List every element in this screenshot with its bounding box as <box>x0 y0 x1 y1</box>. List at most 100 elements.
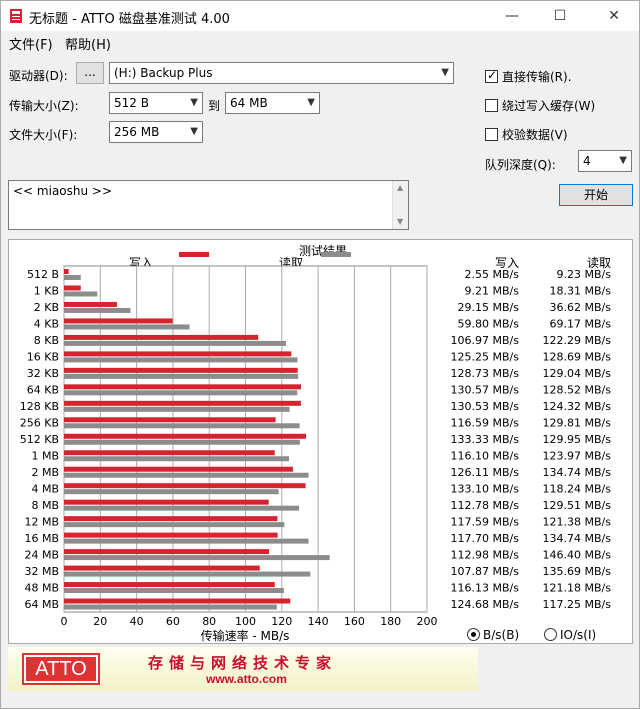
queue-depth-select[interactable]: 4 ▼ <box>578 150 632 172</box>
category-label: 64 KB <box>27 384 59 397</box>
maximize-button[interactable]: ☐ <box>537 1 583 31</box>
write-bar <box>64 400 301 406</box>
app-icon <box>10 9 22 23</box>
direct-io-label: 直接传输(R). <box>502 70 572 84</box>
unit-bs-radio[interactable]: B/s(B) <box>467 628 519 642</box>
radio-dot <box>467 628 480 641</box>
write-value: 112.78 MB/s <box>451 499 520 512</box>
start-button[interactable]: 开始 <box>559 184 633 206</box>
write-value: 116.13 MB/s <box>451 581 520 594</box>
check-icon: ✓ <box>487 68 498 82</box>
read-value: 134.74 MB/s <box>543 532 612 545</box>
browse-button[interactable]: ... <box>76 62 104 84</box>
unit-ios-radio[interactable]: IO/s(I) <box>544 628 596 642</box>
write-value: 130.53 MB/s <box>451 400 520 413</box>
write-value: 125.25 MB/s <box>451 351 520 364</box>
write-bar <box>64 532 278 538</box>
atto-window: 无标题 - ATTO 磁盘基准测试 4.00 — ☐ ✕ 文件(F) 帮助(H)… <box>0 0 640 709</box>
x-tick-label: 100 <box>235 615 256 628</box>
read-value: 129.81 MB/s <box>543 417 612 430</box>
x-tick-label: 20 <box>93 615 107 628</box>
write-value: 112.98 MB/s <box>451 548 520 561</box>
x-axis-label: 传输速率 - MB/s <box>201 628 290 643</box>
transfer-from-select[interactable]: 512 B ▼ <box>109 92 203 114</box>
write-value: 133.33 MB/s <box>451 433 520 446</box>
category-label: 2 MB <box>31 466 59 479</box>
checkbox-box: ✓ <box>485 68 498 83</box>
write-value: 130.57 MB/s <box>451 384 520 397</box>
write-bar <box>64 565 260 571</box>
x-tick-label: 200 <box>417 615 438 628</box>
read-value: 129.51 MB/s <box>543 499 612 512</box>
verify-label: 校验数据(V) <box>502 128 568 142</box>
file-size-select[interactable]: 256 MB ▼ <box>109 121 203 143</box>
chevron-down-icon: ▼ <box>190 97 198 108</box>
category-label: 64 MB <box>24 598 59 611</box>
write-bar <box>64 351 292 357</box>
verify-checkbox[interactable]: 校验数据(V) <box>485 126 568 143</box>
write-bar <box>64 384 301 390</box>
minimize-button[interactable]: — <box>489 1 535 31</box>
read-bar <box>64 571 311 577</box>
checkbox-box <box>485 128 498 141</box>
file-size-value: 256 MB <box>114 125 160 139</box>
read-value: 117.25 MB/s <box>543 598 612 611</box>
read-bar <box>64 555 330 561</box>
x-tick-label: 140 <box>308 615 329 628</box>
read-value: 118.24 MB/s <box>543 482 612 495</box>
unit-ios-label: IO/s(I) <box>560 628 597 642</box>
read-bar <box>64 357 298 363</box>
write-value: 106.97 MB/s <box>451 334 520 347</box>
read-value: 122.29 MB/s <box>543 334 612 347</box>
write-bar <box>64 433 306 439</box>
read-value: 69.17 MB/s <box>550 318 612 331</box>
write-value: 2.55 MB/s <box>465 268 520 281</box>
menu-file[interactable]: 文件(F) <box>9 34 53 53</box>
transfer-to-value: 64 MB <box>230 96 268 110</box>
description-field[interactable]: << miaoshu >> ▲ ▼ <box>8 180 409 230</box>
write-value: 117.70 MB/s <box>451 532 520 545</box>
drive-select[interactable]: (H:) Backup Plus ▼ <box>109 62 454 84</box>
read-value: 121.38 MB/s <box>543 515 612 528</box>
chevron-down-icon: ▼ <box>619 155 627 166</box>
category-label: 4 KB <box>34 318 59 331</box>
x-tick-label: 160 <box>344 615 365 628</box>
chevron-down-icon: ▼ <box>190 126 198 137</box>
read-value: 123.97 MB/s <box>543 449 612 462</box>
window-title: 无标题 - ATTO 磁盘基准测试 4.00 <box>29 12 230 27</box>
direct-io-checkbox[interactable]: ✓ 直接传输(R). <box>485 68 572 85</box>
scroll-down-icon[interactable]: ▼ <box>397 217 403 226</box>
category-label: 4 MB <box>31 482 59 495</box>
title-bar: 无标题 - ATTO 磁盘基准测试 4.00 — ☐ ✕ <box>1 1 639 31</box>
category-label: 256 KB <box>20 417 59 430</box>
read-bar <box>64 604 277 610</box>
footer-url[interactable]: www.atto.com <box>206 672 287 686</box>
write-value: 29.15 MB/s <box>458 301 520 314</box>
transfer-size-label: 传输大小(Z): <box>9 99 79 113</box>
queue-depth-value: 4 <box>583 154 591 168</box>
category-label: 32 KB <box>27 367 59 380</box>
checkbox-box <box>485 99 498 112</box>
legend-write-swatch <box>179 252 209 257</box>
scrollbar[interactable]: ▲ ▼ <box>392 181 408 229</box>
read-bar <box>64 423 300 429</box>
read-value: 18.31 MB/s <box>550 285 612 298</box>
write-bar <box>64 582 275 588</box>
write-bar <box>64 499 269 505</box>
write-value: 116.10 MB/s <box>451 449 520 462</box>
write-value: 9.21 MB/s <box>465 285 520 298</box>
write-value: 117.59 MB/s <box>451 515 520 528</box>
read-bar <box>64 439 300 445</box>
transfer-to-select[interactable]: 64 MB ▼ <box>225 92 320 114</box>
write-bar <box>64 483 306 489</box>
x-tick-label: 180 <box>380 615 401 628</box>
write-bar <box>64 285 81 291</box>
write-value: 107.87 MB/s <box>451 565 520 578</box>
write-bar <box>64 516 278 522</box>
menu-help[interactable]: 帮助(H) <box>65 34 111 53</box>
category-label: 512 KB <box>20 433 59 446</box>
scroll-up-icon[interactable]: ▲ <box>397 183 403 192</box>
close-button[interactable]: ✕ <box>591 1 637 31</box>
write-value: 59.80 MB/s <box>458 318 520 331</box>
bypass-cache-checkbox[interactable]: 绕过写入缓存(W) <box>485 97 595 114</box>
